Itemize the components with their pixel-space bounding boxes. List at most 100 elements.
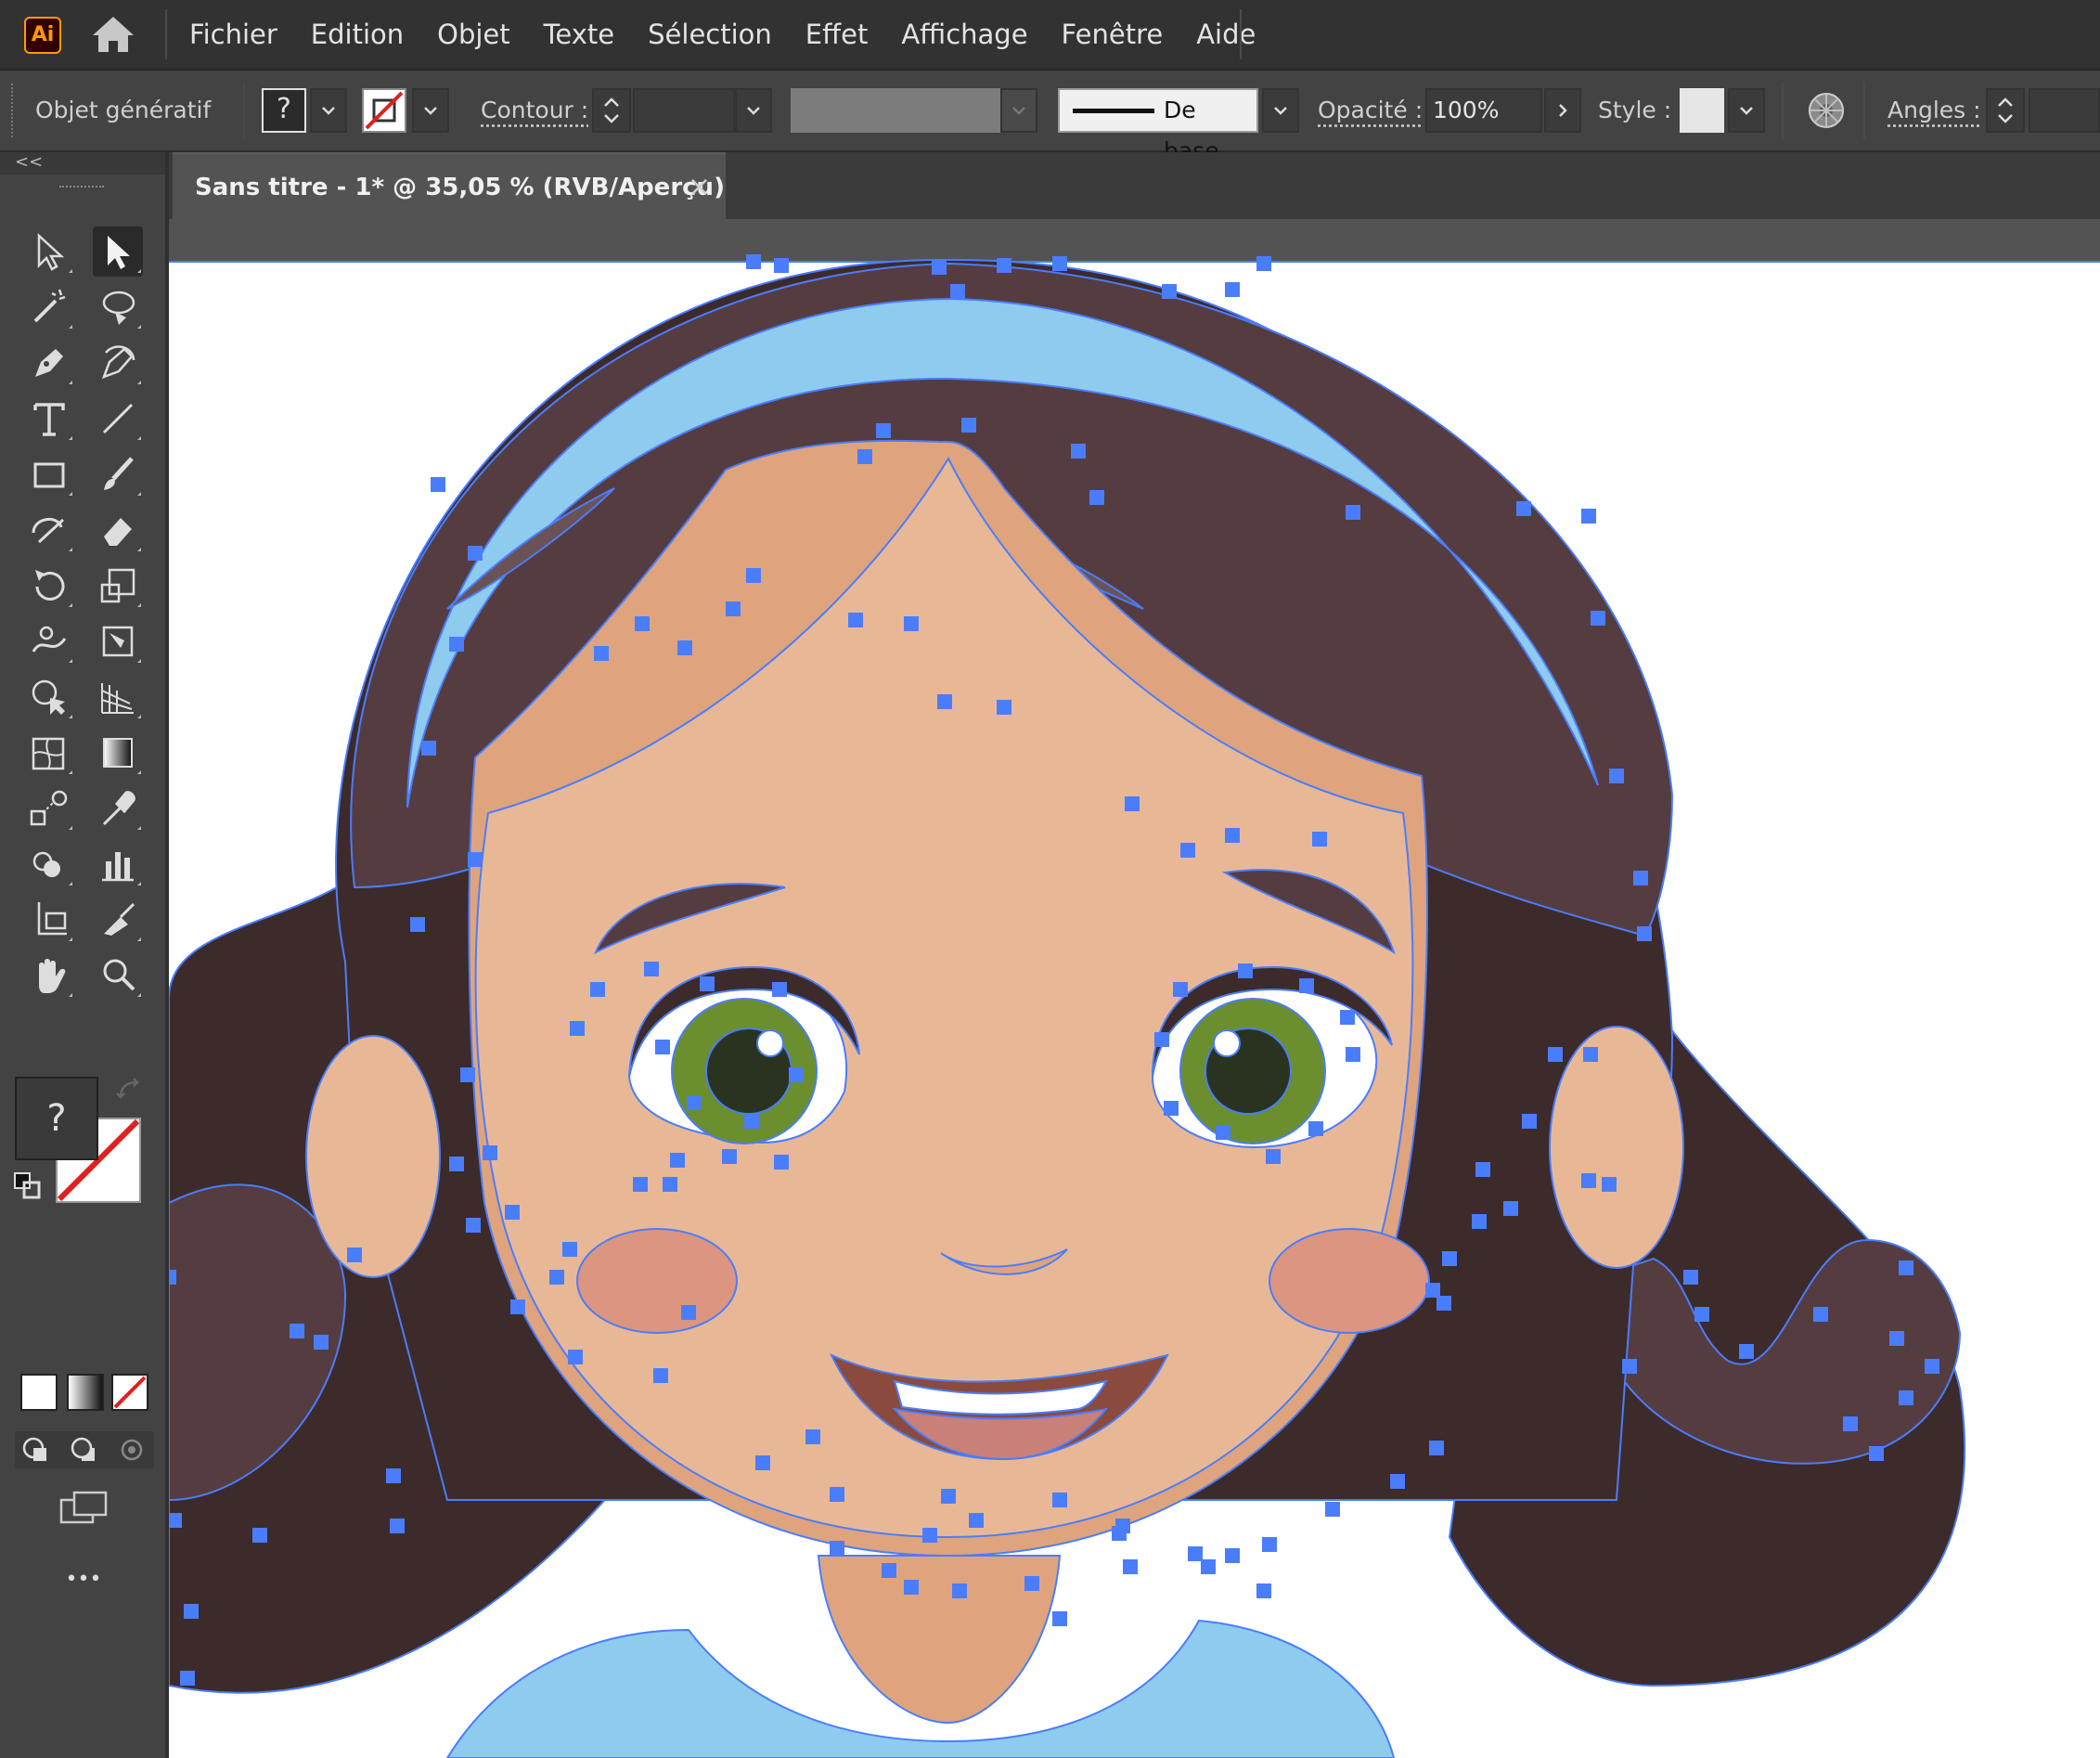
anchor-point[interactable]	[590, 982, 605, 997]
anchor-point[interactable]	[1154, 1032, 1169, 1047]
anchor-point[interactable]	[882, 1563, 896, 1578]
anchor-point[interactable]	[726, 601, 741, 616]
anchor-point[interactable]	[1164, 1101, 1179, 1116]
anchor-point[interactable]	[969, 1513, 984, 1528]
menu-effet[interactable]: Effet	[789, 0, 885, 69]
artboard-tool-icon[interactable]	[24, 895, 74, 945]
magic-wand-tool-icon[interactable]	[24, 282, 74, 332]
curvature-tool-icon[interactable]	[93, 338, 143, 388]
anchor-point[interactable]	[744, 1114, 759, 1129]
anchor-point[interactable]	[1340, 1010, 1355, 1025]
anchor-point[interactable]	[1442, 1251, 1457, 1266]
symbol-sprayer-tool-icon[interactable]	[24, 839, 74, 889]
anchor-point[interactable]	[1125, 796, 1140, 811]
warp-tool-icon[interactable]	[24, 616, 74, 666]
anchor-point[interactable]	[922, 1528, 937, 1543]
draw-behind-icon[interactable]	[69, 1435, 100, 1467]
anchor-point[interactable]	[1262, 1537, 1277, 1552]
anchor-point[interactable]	[1173, 982, 1188, 997]
anchor-point[interactable]	[169, 1513, 182, 1528]
anchor-point[interactable]	[1024, 1576, 1039, 1591]
anchor-point[interactable]	[421, 741, 436, 756]
anchor-point[interactable]	[1225, 282, 1240, 297]
anchor-point[interactable]	[950, 284, 965, 299]
gradient-tool-icon[interactable]	[93, 728, 143, 778]
style-dropdown[interactable]	[1728, 88, 1765, 133]
anchor-point[interactable]	[1869, 1446, 1884, 1461]
anchor-point[interactable]	[997, 258, 1011, 273]
anchor-point[interactable]	[830, 1487, 844, 1502]
anchor-point[interactable]	[1889, 1331, 1904, 1346]
anchor-point[interactable]	[1052, 1493, 1067, 1507]
shaper-tool-icon[interactable]	[24, 505, 74, 555]
anchor-point[interactable]	[449, 1157, 464, 1171]
anchor-point[interactable]	[1162, 284, 1177, 299]
right-ear[interactable]	[1549, 1026, 1684, 1269]
anchor-point[interactable]	[510, 1299, 525, 1314]
anchor-point[interactable]	[410, 917, 425, 932]
anchor-point[interactable]	[1472, 1214, 1487, 1229]
anchor-point[interactable]	[857, 449, 872, 464]
anchor-point[interactable]	[386, 1468, 401, 1483]
anchor-point[interactable]	[789, 1067, 804, 1082]
line-tool-icon[interactable]	[93, 394, 143, 444]
graphic-style-swatch[interactable]	[1680, 88, 1724, 133]
grip-handle[interactable]	[59, 186, 104, 193]
color-mode-button[interactable]	[20, 1374, 58, 1411]
draw-inside-icon[interactable]	[117, 1435, 148, 1467]
menu-selection[interactable]: Sélection	[631, 0, 789, 69]
anchor-point[interactable]	[594, 646, 609, 661]
anchor-point[interactable]	[1694, 1307, 1709, 1322]
anchor-point[interactable]	[1312, 832, 1327, 847]
anchor-point[interactable]	[1475, 1162, 1490, 1177]
brush-definition[interactable]: De base	[1058, 88, 1258, 164]
anchor-point[interactable]	[700, 976, 715, 991]
menu-texte[interactable]: Texte	[527, 0, 632, 69]
anchor-point[interactable]	[1899, 1390, 1913, 1405]
fill-dropdown[interactable]	[310, 88, 347, 133]
anchor-point[interactable]	[772, 982, 787, 997]
anchor-point[interactable]	[1071, 444, 1086, 459]
edit-toolbar-button[interactable]: •••	[50, 1563, 117, 1596]
recolor-artwork-icon[interactable]	[1806, 90, 1847, 131]
anchor-point[interactable]	[961, 418, 976, 433]
anchor-point[interactable]	[1581, 1173, 1596, 1188]
anchor-point[interactable]	[1843, 1416, 1858, 1431]
stroke-dropdown[interactable]	[412, 88, 449, 133]
anchor-point[interactable]	[169, 1270, 176, 1285]
menu-fenetre[interactable]: Fenêtre	[1045, 0, 1180, 69]
anchor-point[interactable]	[1633, 871, 1648, 885]
anchor-point[interactable]	[1308, 1121, 1323, 1136]
anchor-point[interactable]	[1216, 1125, 1230, 1140]
anchor-point[interactable]	[1503, 1201, 1518, 1216]
anchor-point[interactable]	[570, 1021, 585, 1036]
anchor-point[interactable]	[876, 423, 891, 438]
swap-fill-stroke-icon[interactable]	[115, 1077, 143, 1105]
corners-stepper[interactable]	[1986, 88, 2025, 133]
anchor-point[interactable]	[1112, 1526, 1127, 1541]
paintbrush-tool-icon[interactable]	[93, 449, 143, 499]
fill-swatch[interactable]: ?	[262, 88, 306, 133]
anchor-point[interactable]	[755, 1455, 770, 1470]
anchor-point[interactable]	[687, 1095, 702, 1110]
anchor-point[interactable]	[466, 1218, 481, 1233]
panel-collapse-button[interactable]: <<	[0, 152, 165, 175]
stroke-weight-input[interactable]	[633, 88, 735, 133]
anchor-point[interactable]	[347, 1247, 362, 1262]
menu-aide[interactable]: Aide	[1179, 0, 1272, 69]
anchor-point[interactable]	[655, 1040, 670, 1054]
anchor-point[interactable]	[746, 254, 761, 269]
anchor-point[interactable]	[468, 852, 483, 867]
variable-width-profile[interactable]	[791, 88, 1000, 133]
anchor-point[interactable]	[1437, 1296, 1451, 1311]
close-tab-button[interactable]: ×	[688, 154, 711, 221]
anchor-point[interactable]	[483, 1145, 497, 1160]
anchor-point[interactable]	[774, 258, 789, 273]
zoom-tool-icon[interactable]	[93, 950, 143, 1001]
opacity-flyout-button[interactable]	[1544, 88, 1581, 133]
anchor-point[interactable]	[1683, 1270, 1698, 1285]
anchor-point[interactable]	[1813, 1307, 1828, 1322]
grip-handle[interactable]	[11, 84, 19, 137]
anchor-point[interactable]	[1299, 978, 1314, 993]
anchor-point[interactable]	[1622, 1359, 1637, 1374]
